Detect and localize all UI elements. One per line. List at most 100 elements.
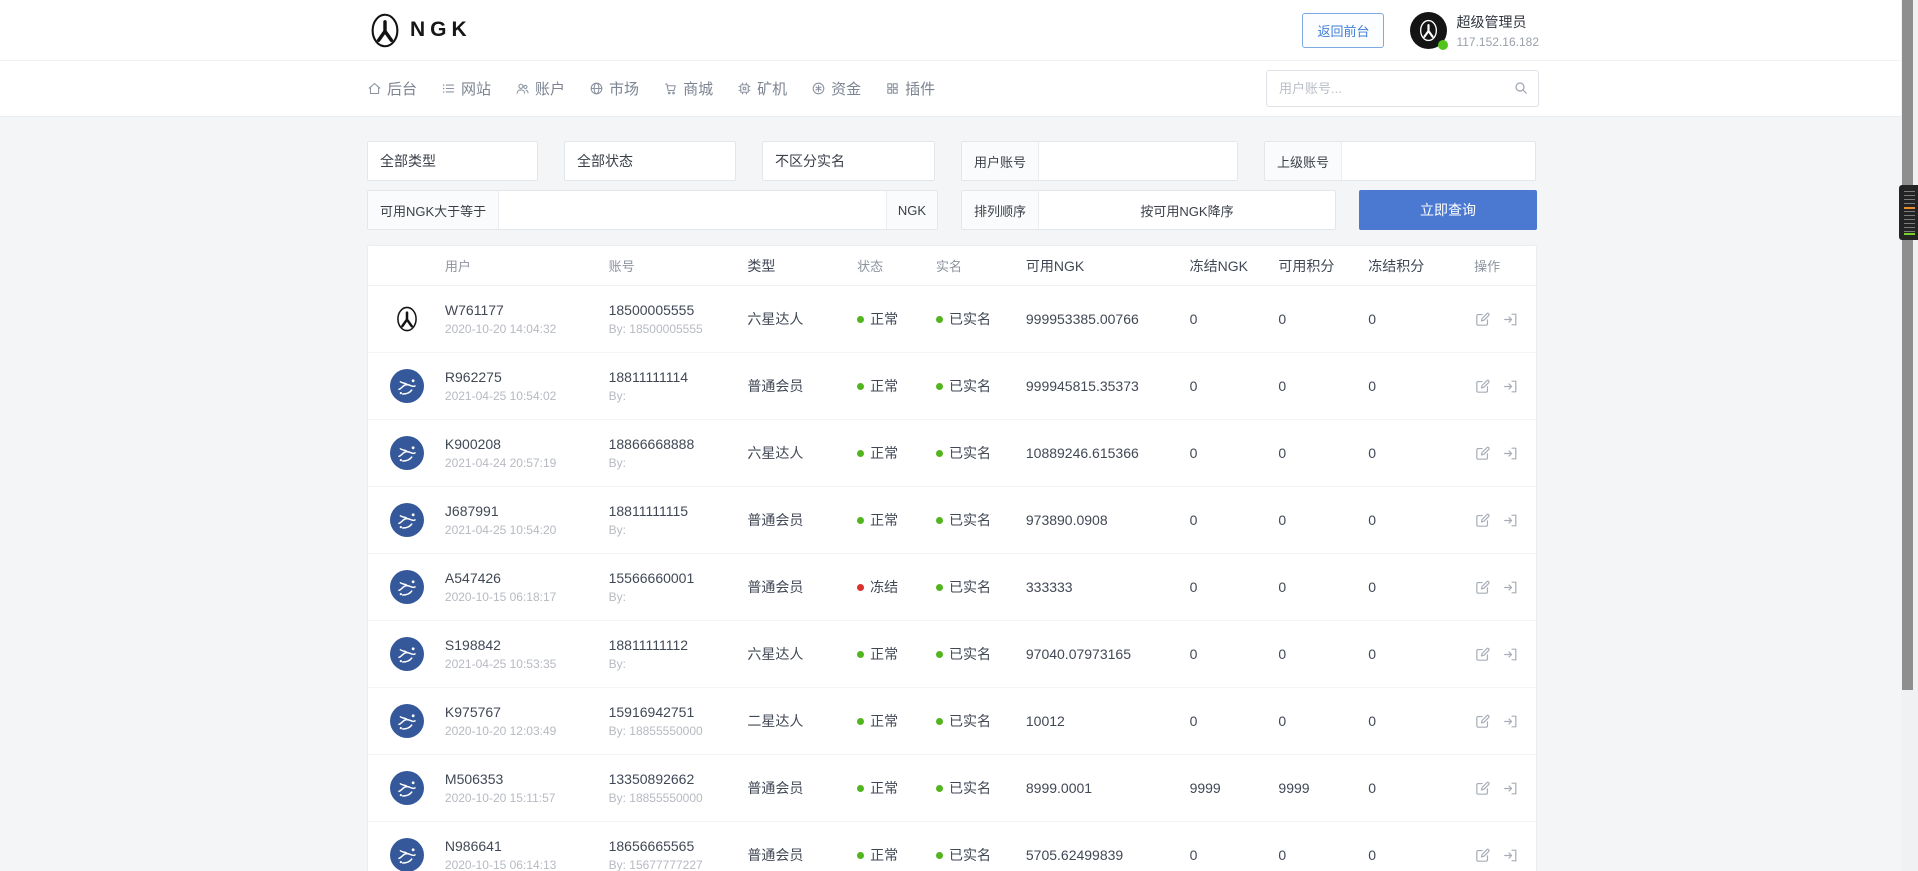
status-dot <box>857 382 865 390</box>
user-cell: S198842 2021-04-25 10:53:35 <box>445 637 609 671</box>
status-cell: 冻结 <box>857 577 936 597</box>
nav-item-account[interactable]: 账户 <box>515 78 565 99</box>
edit-icon[interactable] <box>1474 847 1491 864</box>
nav-item-funds[interactable]: 资金 <box>811 78 861 99</box>
user-account-filter: 用户账号 <box>961 141 1238 181</box>
referrer-account: By: <box>608 523 626 537</box>
referrer-account: By: 18500005555 <box>608 322 703 336</box>
frozen-ngk: 9999 <box>1189 780 1221 796</box>
table-row: A547426 2020-10-15 06:18:17 15566660001 … <box>368 554 1536 621</box>
realname-cell: 已实名 <box>936 577 1026 597</box>
scrollbar-thumb[interactable] <box>1902 0 1913 690</box>
avatar-cell <box>368 369 445 403</box>
status-cell: 正常 <box>857 644 936 664</box>
search-icon[interactable] <box>1513 80 1529 96</box>
register-datetime: 2020-10-15 06:14:13 <box>444 858 557 871</box>
parent-account-label: 上级账号 <box>1265 142 1343 180</box>
nav-item-label: 矿机 <box>757 81 788 98</box>
account-cell: 18811111112 By: <box>609 637 748 671</box>
ngk-suffix-label: NGK <box>885 191 937 229</box>
avatar-cell <box>368 771 445 805</box>
realname-cell: 已实名 <box>936 711 1026 731</box>
edit-icon[interactable] <box>1474 646 1491 663</box>
nav-item-miner[interactable]: 矿机 <box>737 78 787 99</box>
status-filter-select[interactable]: 全部状态 <box>564 141 736 181</box>
available-ngk: 999945815.35373 <box>1025 378 1139 394</box>
login-as-icon[interactable] <box>1502 579 1519 596</box>
main-nav: 后台 网站 账户 市场 商城 矿机 资金 插件 <box>0 61 1918 117</box>
register-datetime: 2020-10-20 15:11:57 <box>444 791 556 805</box>
nav-item-plugins[interactable]: 插件 <box>885 78 935 99</box>
available-points: 0 <box>1278 646 1287 662</box>
edit-icon[interactable] <box>1474 378 1491 395</box>
admin-profile[interactable]: 超级管理员 117.152.16.182 <box>1410 11 1539 50</box>
login-as-icon[interactable] <box>1502 646 1519 663</box>
edit-icon[interactable] <box>1474 579 1491 596</box>
login-as-icon[interactable] <box>1502 311 1519 328</box>
register-datetime: 2020-10-20 12:03:49 <box>444 724 557 738</box>
login-as-icon[interactable] <box>1502 378 1519 395</box>
register-datetime: 2020-10-15 06:18:17 <box>444 590 557 604</box>
available-points: 0 <box>1278 713 1287 729</box>
column-header: 操作 <box>1474 259 1501 274</box>
globe-icon <box>589 81 604 96</box>
actions-cell <box>1474 579 1536 596</box>
ngk-logo-icon <box>370 12 400 49</box>
coin-icon <box>811 81 826 96</box>
frozen-points: 0 <box>1368 311 1377 327</box>
available-points: 0 <box>1278 847 1287 863</box>
edit-icon[interactable] <box>1474 780 1491 797</box>
type-filter-select[interactable]: 全部类型 <box>367 141 538 181</box>
account-cell: 15566660001 By: <box>609 570 748 604</box>
order-select[interactable]: 按可用NGK降序 <box>1039 191 1335 229</box>
topbar-right: 返回前台 超级管理员 117.152.16.182 <box>1302 11 1539 50</box>
edit-icon[interactable] <box>1474 311 1491 328</box>
member-type: 普通会员 <box>747 579 804 595</box>
admin-meta: 超级管理员 117.152.16.182 <box>1456 12 1539 49</box>
realname-cell: 已实名 <box>936 376 1026 396</box>
edit-icon[interactable] <box>1474 512 1491 529</box>
realname-filter-select[interactable]: 不区分实名 <box>762 141 935 181</box>
user-avatar <box>390 369 424 403</box>
query-button[interactable]: 立即查询 <box>1359 190 1537 230</box>
login-as-icon[interactable] <box>1502 713 1519 730</box>
user-id: K900208 <box>444 436 501 452</box>
users-icon <box>515 81 530 96</box>
back-to-front-button[interactable]: 返回前台 <box>1302 12 1385 48</box>
nav-item-label: 资金 <box>831 81 862 98</box>
account-number: 18811111115 <box>608 503 689 519</box>
login-as-icon[interactable] <box>1502 512 1519 529</box>
edit-icon[interactable] <box>1474 713 1491 730</box>
parent-account-input[interactable] <box>1342 142 1535 180</box>
login-as-icon[interactable] <box>1502 780 1519 797</box>
account-number: 18866668888 <box>608 436 695 452</box>
realname-label: 已实名 <box>949 646 992 662</box>
actions-cell <box>1474 646 1536 663</box>
actions-cell <box>1474 713 1536 730</box>
login-as-icon[interactable] <box>1502 445 1519 462</box>
edit-icon[interactable] <box>1474 445 1491 462</box>
realname-label: 已实名 <box>949 579 992 595</box>
nav-item-backend[interactable]: 后台 <box>367 78 417 99</box>
minimap-green-marker <box>1904 233 1915 235</box>
status-cell: 正常 <box>857 845 936 865</box>
frozen-ngk: 0 <box>1189 579 1198 595</box>
user-avatar <box>390 503 424 537</box>
available-ngk: 8999.0001 <box>1025 780 1093 796</box>
status-label: 正常 <box>870 713 899 729</box>
realname-label: 已实名 <box>949 780 992 796</box>
login-as-icon[interactable] <box>1502 847 1519 864</box>
nav-item-mall[interactable]: 商城 <box>663 78 713 99</box>
user-id: M506353 <box>444 771 504 787</box>
nav-item-market[interactable]: 市场 <box>589 78 639 99</box>
available-ngk: 10012 <box>1025 713 1065 729</box>
scrollbar-track[interactable] <box>1901 0 1918 871</box>
avatar-cell <box>368 436 445 470</box>
status-dot <box>857 516 865 524</box>
ngk-amount-input[interactable] <box>499 191 886 229</box>
parent-account-filter: 上级账号 <box>1264 141 1536 181</box>
actions-cell <box>1474 780 1536 797</box>
nav-item-website[interactable]: 网站 <box>441 78 491 99</box>
search-input[interactable] <box>1266 70 1539 107</box>
user-account-input[interactable] <box>1039 142 1237 180</box>
